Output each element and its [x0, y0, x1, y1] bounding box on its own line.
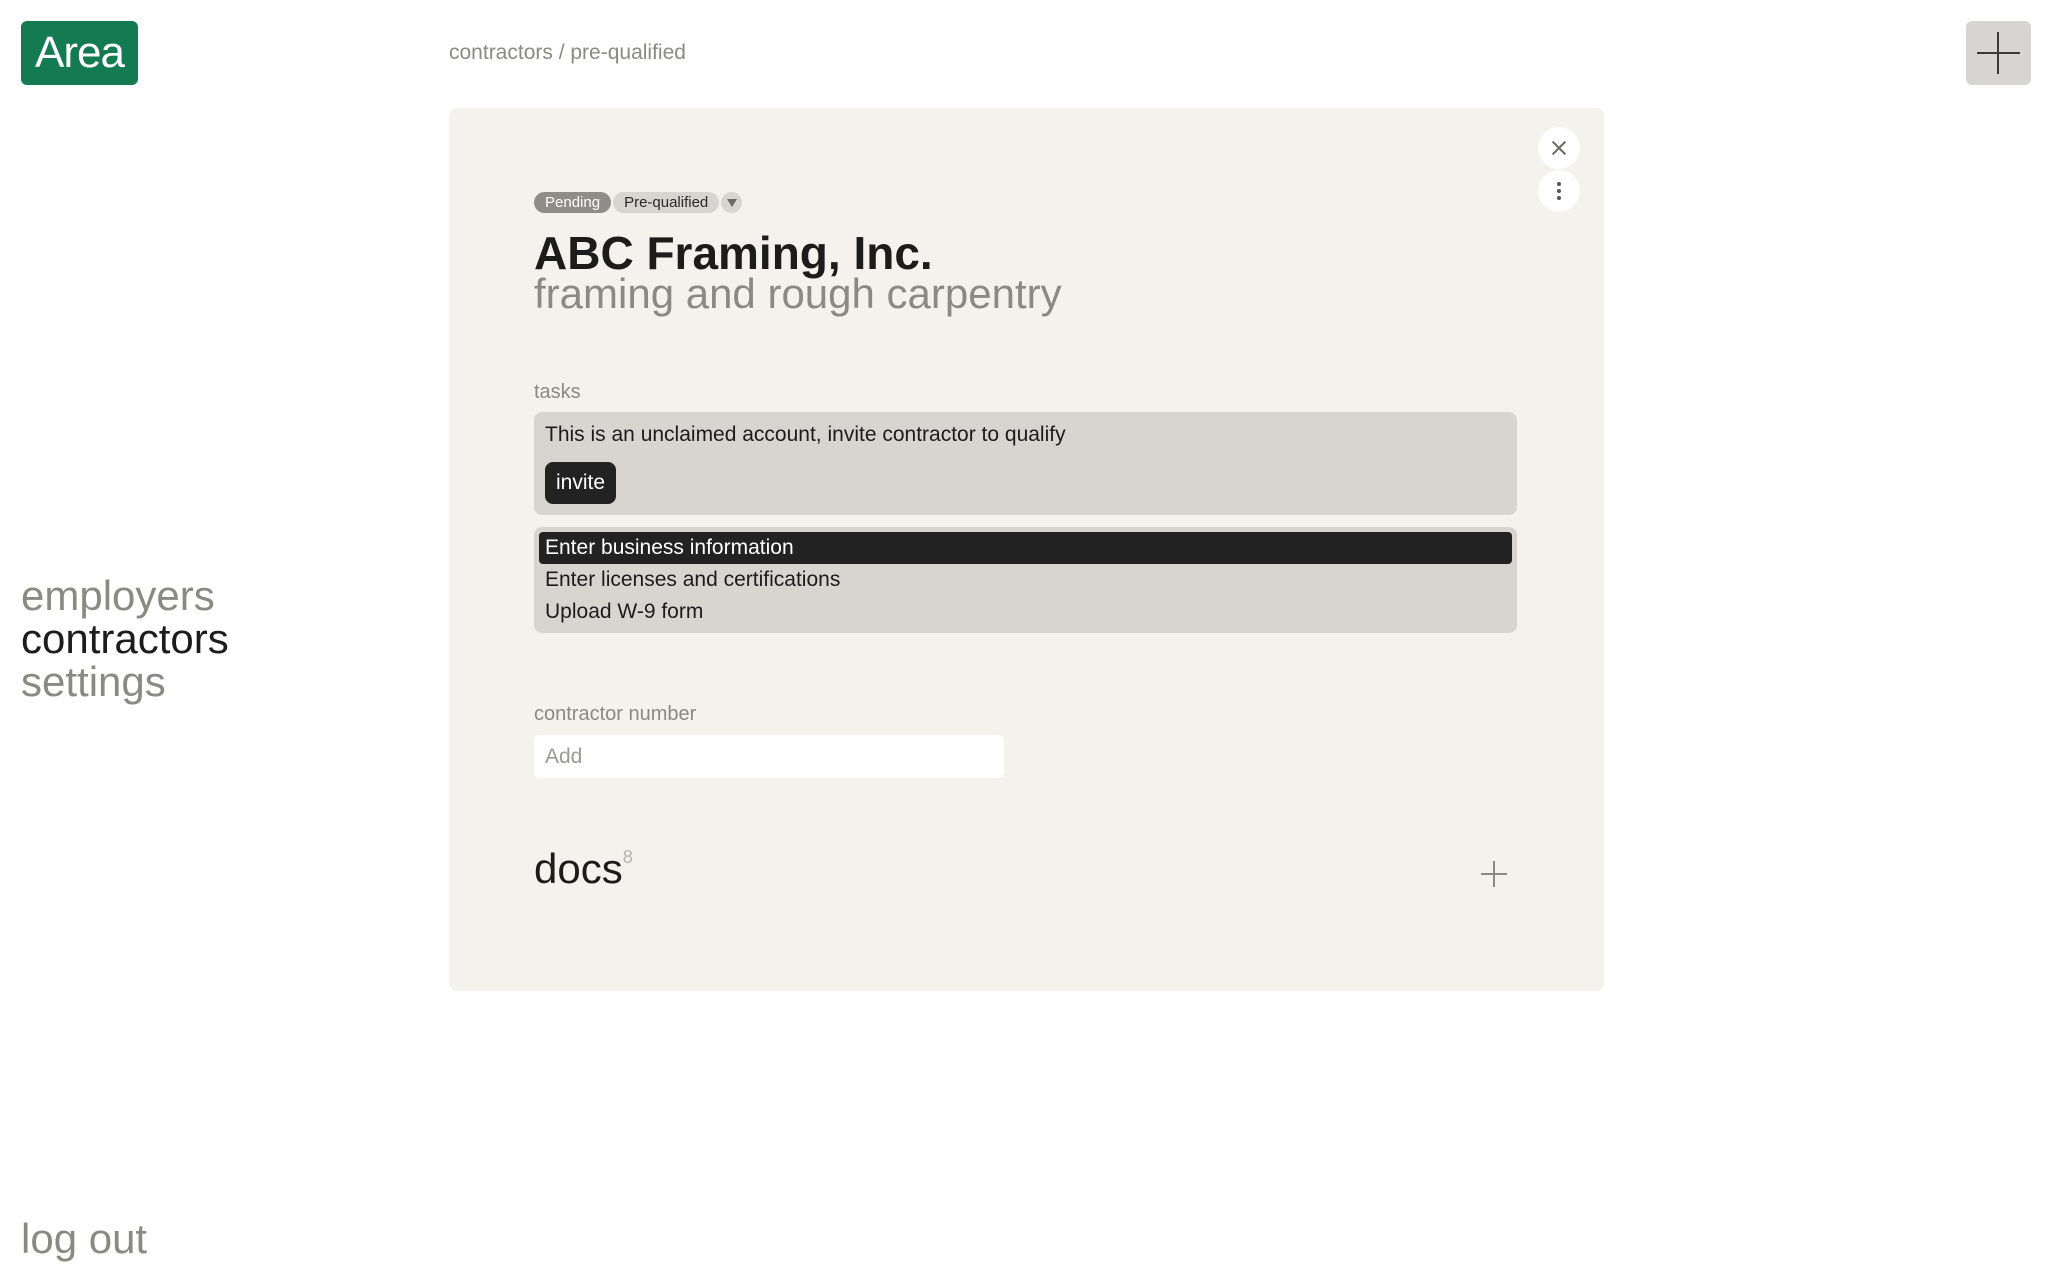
sidebar-nav: employers contractors settings — [21, 574, 229, 703]
docs-heading: docs8 — [534, 845, 633, 893]
logout-link[interactable]: log out — [21, 1215, 147, 1263]
contractor-number-label: contractor number — [534, 703, 697, 725]
task-notice: This is an unclaimed account, invite con… — [545, 423, 1066, 446]
contractor-number-input[interactable] — [534, 735, 1004, 778]
invite-button[interactable]: invite — [545, 462, 617, 504]
add-doc-plus-icon[interactable] — [1481, 861, 1507, 887]
new-plus-icon[interactable] — [1966, 21, 2031, 85]
status-badge: Pending — [534, 192, 612, 213]
tasks-label: tasks — [534, 381, 581, 403]
breadcrumb: contractors / pre-qualified — [449, 41, 686, 64]
step-business-information[interactable]: Enter business information — [539, 532, 1512, 564]
sidebar-item-settings[interactable]: settings — [21, 660, 229, 703]
sidebar-item-employers[interactable]: employers — [21, 574, 229, 617]
qualification-steps: Enter business information Enter license… — [534, 527, 1517, 633]
app-logo[interactable]: Area — [21, 21, 138, 85]
chevron-down-icon[interactable] — [721, 192, 743, 213]
qualification-badge[interactable]: Pre-qualified — [613, 192, 720, 213]
contractor-detail-panel: Pending Pre-qualified ABC Framing, Inc. … — [449, 108, 1604, 991]
sidebar-item-contractors[interactable]: contractors — [21, 617, 229, 660]
step-licenses-certifications[interactable]: Enter licenses and certifications — [539, 564, 1512, 596]
status-badges: Pending Pre-qualified — [534, 192, 743, 213]
more-vertical-icon[interactable] — [1538, 170, 1580, 212]
step-upload-w9[interactable]: Upload W-9 form — [539, 596, 1512, 628]
docs-count: 8 — [622, 847, 633, 867]
contractor-trade: framing and rough carpentry — [534, 270, 1062, 317]
close-icon[interactable] — [1538, 127, 1580, 169]
docs-title: docs — [534, 845, 623, 892]
invite-task-card: This is an unclaimed account, invite con… — [534, 412, 1517, 515]
